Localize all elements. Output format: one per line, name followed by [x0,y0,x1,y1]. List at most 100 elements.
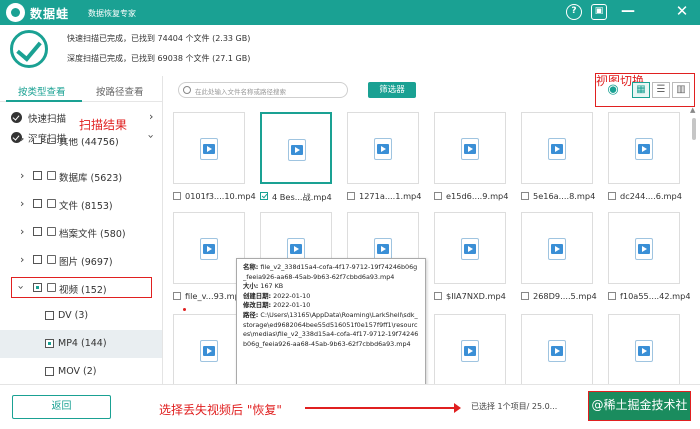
checkbox[interactable] [33,255,42,264]
sidebar-item-images[interactable]: › 图片 (9697) [0,246,162,274]
file-tile[interactable] [173,314,245,384]
file-caption[interactable]: 5e16a....8.mp4 [521,191,605,203]
sidebar-item-other[interactable]: › 其他 (44756) [0,138,162,154]
scroll-thumb[interactable] [692,118,696,140]
file-tile[interactable] [521,212,593,284]
chevron-right-icon[interactable]: › [20,225,24,238]
checkbox[interactable] [434,292,442,300]
file-caption[interactable]: 268D9....5.mp4 [521,291,605,303]
sidebar-tabs: 按类型查看 按路径查看 [0,76,162,102]
search-icon [183,86,191,94]
preview-eye-icon[interactable]: ◉ [604,82,622,98]
app-name: 数据蛙 [30,7,70,21]
file-caption[interactable]: f10a55....42.mp4 [608,291,690,303]
checkbox[interactable] [521,292,529,300]
checkbox[interactable] [33,199,42,208]
close-icon[interactable]: ✕ [674,4,690,20]
chevron-right-icon[interactable]: › [20,253,24,266]
file-tile[interactable] [521,112,593,184]
title-bar: 数据蛙 数据恢复专家 ? ▣ — ✕ [0,0,700,25]
file-tile[interactable] [173,112,245,184]
file-caption[interactable]: dc244....6.mp4 [608,191,690,203]
tab-by-type[interactable]: 按类型查看 [18,84,66,98]
save-icon[interactable]: ▣ [591,4,607,20]
checkbox[interactable] [608,192,616,200]
vertical-scrollbar[interactable]: ▲ [690,104,698,384]
help-icon[interactable]: ? [566,4,582,20]
chevron-right-icon[interactable]: › [149,110,153,123]
video-file-icon [635,340,653,362]
checkbox-checked[interactable] [260,192,268,200]
file-tile[interactable] [608,112,680,184]
chevron-right-icon[interactable]: › [20,197,24,210]
scan-result-annotation: 扫描结果 [79,118,128,132]
tab-by-path[interactable]: 按路径查看 [96,84,144,98]
file-tile[interactable] [434,112,506,184]
detail-view-icon[interactable]: ▥ [672,82,690,98]
file-caption[interactable]: $IIA7NXD.mp4 [434,291,518,303]
sidebar-subitem-dv[interactable]: DV (3) [0,302,162,330]
video-file-icon [461,138,479,160]
chevron-right-icon[interactable]: › [20,138,24,145]
checkbox[interactable] [173,192,181,200]
checkbox[interactable] [608,292,616,300]
videos-highlight-box [11,277,152,298]
file-caption[interactable]: 1271a....1.mp4 [347,191,431,203]
checkbox[interactable] [45,367,54,376]
checkbox[interactable] [347,192,355,200]
file-tile[interactable] [173,212,245,284]
checkbox-partial[interactable] [45,339,54,348]
sidebar-subitem-mov[interactable]: MOV (2) [0,358,162,384]
active-tab-indicator [6,100,82,102]
search-input[interactable]: 在此处输入文件名称或路径搜索 [178,82,348,98]
file-tile[interactable] [347,112,419,184]
checkbox[interactable] [521,192,529,200]
red-marker [183,308,186,311]
selection-count: 已选择 1个项目/ 25.0... [471,402,558,411]
list-view-icon[interactable]: ☰ [652,82,670,98]
document-icon [47,199,56,208]
quick-scan-result: 快速扫描已完成，已找到 74404 个文件 (2.33 GB) [67,34,251,43]
file-tile[interactable] [521,314,593,384]
file-caption[interactable]: 0101f3....10.mp4 [173,191,257,203]
checkbox[interactable] [33,171,42,180]
file-tile-selected[interactable] [260,112,332,184]
video-file-icon [374,238,392,260]
sidebar-item-database[interactable]: › 数据库 (5623) [0,162,162,190]
checkbox[interactable] [434,192,442,200]
chevron-right-icon[interactable]: › [20,169,24,182]
annotation-arrow [305,403,461,413]
file-tile[interactable] [434,314,506,384]
view-switch-group: ◉ ▦ ☰ ▥ [595,73,695,107]
back-button[interactable]: 返回 [12,395,111,419]
checkbox[interactable] [33,227,42,236]
sidebar-item-documents[interactable]: › 文件 (8153) [0,190,162,218]
database-icon [47,171,56,180]
checkbox[interactable] [45,311,54,320]
grid-view-icon[interactable]: ▦ [632,82,650,98]
tooltip-modified: 2022-01-10 [273,301,311,310]
video-file-icon [548,238,566,260]
search-placeholder: 在此处输入文件名称或路径搜索 [195,88,286,96]
sidebar-item-archives[interactable]: › 档案文件 (580) [0,218,162,246]
video-file-icon [374,138,392,160]
restore-button[interactable]: @稀土掘金技术社区 [588,391,691,429]
file-info-tooltip: 名称: file_v2_338d15a4-cofa-4f17-9712-19f7… [236,258,426,390]
file-tile[interactable] [434,212,506,284]
scroll-up-icon[interactable]: ▲ [690,106,695,114]
video-file-icon [635,138,653,160]
checkbox[interactable] [33,138,42,144]
video-file-icon [461,340,479,362]
file-tile[interactable] [608,212,680,284]
file-caption[interactable]: 4 Bes...战.mp4 [260,191,344,203]
scan-summary: 快速扫描已完成，已找到 74404 个文件 (2.33 GB) 深度扫描已完成，… [0,25,700,88]
video-file-icon [200,340,218,362]
checkbox[interactable] [173,292,181,300]
sidebar: 按类型查看 按路径查看 快速扫描 › 深度扫描 › 扫描结果 › 其他 (447… [0,76,163,384]
radio-check-icon [11,112,22,123]
file-tile[interactable] [608,314,680,384]
minimize-icon[interactable]: — [620,4,636,20]
sidebar-subitem-mp4[interactable]: MP4 (144) [0,330,162,358]
filter-button[interactable]: 筛选器 [368,82,416,98]
file-caption[interactable]: e15d6....9.mp4 [434,191,518,203]
